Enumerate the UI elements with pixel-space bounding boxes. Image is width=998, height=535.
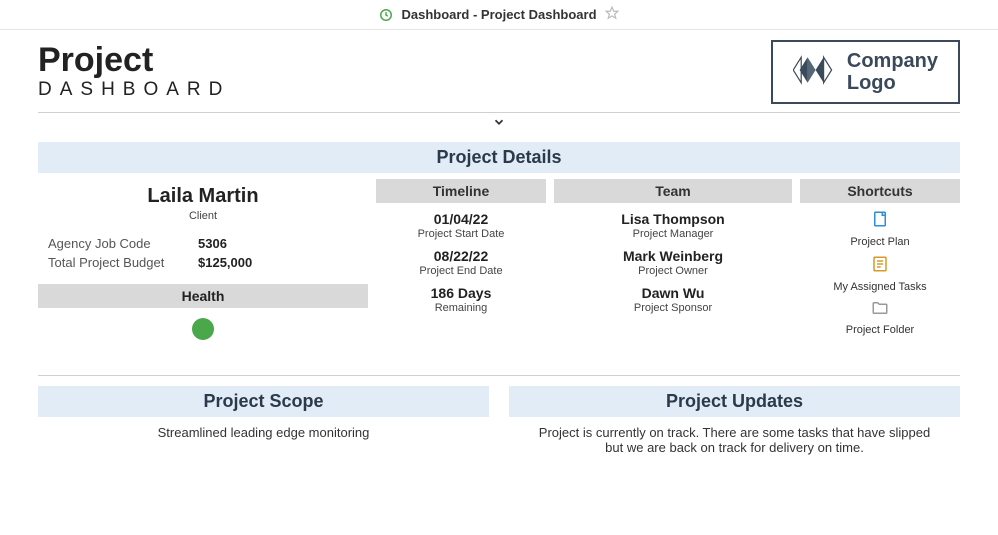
shortcuts-column: Shortcuts Project Plan My Assigned Tasks… xyxy=(800,179,960,345)
team-member-role: Project Manager xyxy=(554,228,792,240)
company-logo: Company Logo xyxy=(771,40,960,104)
folder-icon xyxy=(870,299,890,322)
team-member-role: Project Owner xyxy=(554,265,792,277)
clock-icon xyxy=(379,8,393,22)
title-block: Project DASHBOARD xyxy=(38,43,230,101)
header-row: Project DASHBOARD Company Logo xyxy=(38,40,960,104)
section-project-details: Project Details xyxy=(38,142,960,173)
timeline-column: Timeline 01/04/22 Project Start Date 08/… xyxy=(376,179,546,345)
scope-header: Project Scope xyxy=(38,386,489,417)
health-indicator-wrap xyxy=(38,318,368,345)
remaining-label: Remaining xyxy=(376,302,546,314)
client-column: Laila Martin Client Agency Job Code 5306… xyxy=(38,179,368,345)
lower-grid: Project Scope Streamlined leading edge m… xyxy=(38,386,960,461)
end-date-cell: 08/22/22 Project End Date xyxy=(376,248,546,277)
team-member-1: Mark Weinberg Project Owner xyxy=(554,248,792,277)
end-date-label: Project End Date xyxy=(376,265,546,277)
timeline-header: Timeline xyxy=(376,179,546,203)
chevron-down-icon[interactable] xyxy=(490,115,508,134)
lower-divider xyxy=(38,375,960,376)
budget-value: $125,000 xyxy=(198,255,252,270)
logo-text: Company Logo xyxy=(847,50,938,94)
health-indicator xyxy=(192,318,214,340)
details-grid: Laila Martin Client Agency Job Code 5306… xyxy=(38,179,960,345)
budget-row: Total Project Budget $125,000 xyxy=(38,255,368,270)
start-date-cell: 01/04/22 Project Start Date xyxy=(376,211,546,240)
updates-column: Project Updates Project is currently on … xyxy=(509,386,960,461)
end-date: 08/22/22 xyxy=(376,248,546,264)
page-title: Project xyxy=(38,43,230,77)
remaining-days: 186 Days xyxy=(376,285,546,301)
scope-body: Streamlined leading edge monitoring xyxy=(38,419,489,446)
logo-icon xyxy=(793,54,835,91)
shortcut-label: Project Plan xyxy=(800,236,960,248)
start-date: 01/04/22 xyxy=(376,211,546,227)
scope-column: Project Scope Streamlined leading edge m… xyxy=(38,386,489,461)
health-header: Health xyxy=(38,284,368,308)
team-member-name: Mark Weinberg xyxy=(554,248,792,264)
tasks-icon xyxy=(871,254,889,279)
remaining-cell: 186 Days Remaining xyxy=(376,285,546,314)
topbar-title: Dashboard - Project Dashboard xyxy=(401,7,596,22)
job-code-row: Agency Job Code 5306 xyxy=(38,236,368,251)
job-code-value: 5306 xyxy=(198,236,227,251)
page-subtitle: DASHBOARD xyxy=(38,79,230,101)
updates-header: Project Updates xyxy=(509,386,960,417)
topbar: Dashboard - Project Dashboard xyxy=(0,0,998,30)
document-icon xyxy=(871,209,889,234)
team-member-0: Lisa Thompson Project Manager xyxy=(554,211,792,240)
job-code-label: Agency Job Code xyxy=(48,236,198,251)
shortcut-label: My Assigned Tasks xyxy=(800,281,960,293)
team-header: Team xyxy=(554,179,792,203)
team-member-name: Lisa Thompson xyxy=(554,211,792,227)
shortcut-project-plan[interactable]: Project Plan xyxy=(800,209,960,248)
shortcuts-header: Shortcuts xyxy=(800,179,960,203)
team-member-name: Dawn Wu xyxy=(554,285,792,301)
collapse-divider xyxy=(38,112,960,134)
team-member-2: Dawn Wu Project Sponsor xyxy=(554,285,792,314)
start-date-label: Project Start Date xyxy=(376,228,546,240)
client-role: Client xyxy=(38,210,368,222)
team-column: Team Lisa Thompson Project Manager Mark … xyxy=(554,179,792,345)
client-name: Laila Martin xyxy=(38,185,368,208)
shortcut-label: Project Folder xyxy=(800,324,960,336)
updates-body: Project is currently on track. There are… xyxy=(509,419,960,461)
shortcut-project-folder[interactable]: Project Folder xyxy=(800,299,960,336)
budget-label: Total Project Budget xyxy=(48,255,198,270)
shortcut-my-tasks[interactable]: My Assigned Tasks xyxy=(800,254,960,293)
star-icon[interactable] xyxy=(605,6,619,23)
team-member-role: Project Sponsor xyxy=(554,302,792,314)
